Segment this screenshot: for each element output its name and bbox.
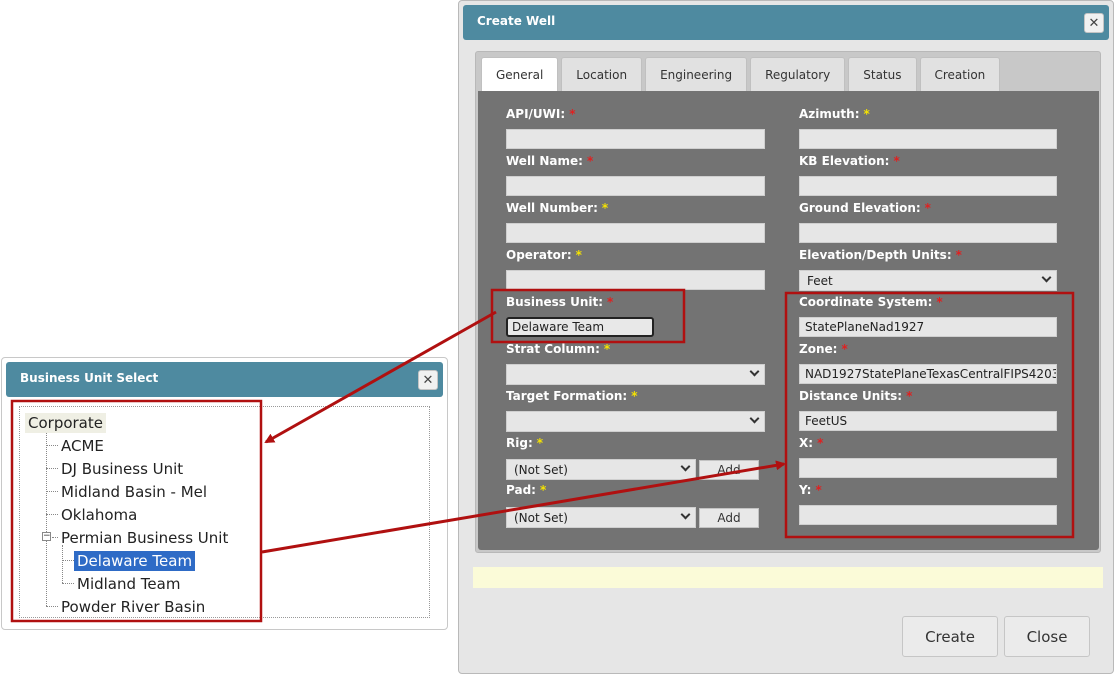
- azimuth-label: Azimuth: *: [799, 107, 870, 121]
- strat-column-select[interactable]: [506, 364, 765, 385]
- elevation-units-label: Elevation/Depth Units: *: [799, 248, 962, 262]
- create-well-dialog: Create Well ✕ General Location Engineeri…: [458, 0, 1114, 674]
- tree-connector: [46, 514, 58, 515]
- close-dialog-button[interactable]: ✕: [418, 370, 438, 390]
- pad-select[interactable]: (Not Set): [506, 507, 696, 528]
- tree-node-midland-basin-mel[interactable]: Midland Basin - Mel: [58, 482, 210, 502]
- tree-connector: [46, 432, 47, 606]
- operator-input[interactable]: [506, 270, 765, 290]
- message-bar: [473, 567, 1103, 588]
- distance-units-label: Distance Units: *: [799, 389, 913, 403]
- add-rig-button[interactable]: Add: [699, 460, 759, 480]
- chevron-down-icon: [749, 413, 760, 424]
- coordinate-system-label: Coordinate System: *: [799, 295, 943, 309]
- business-unit-tree: − Corporate ACME DJ Business Unit Midlan…: [19, 406, 430, 618]
- target-formation-select[interactable]: [506, 411, 765, 432]
- tab-general[interactable]: General: [481, 57, 559, 91]
- general-form: API/UWI: * Well Name: * Well Number: * Oper…: [478, 91, 1099, 550]
- tab-regulatory[interactable]: Regulatory: [750, 57, 846, 91]
- zone-input[interactable]: NAD1927StatePlaneTexasCentralFIPS4203: [799, 364, 1057, 384]
- collapse-icon[interactable]: −: [42, 532, 51, 541]
- close-icon: ✕: [422, 372, 434, 388]
- tree-connector: [46, 606, 58, 607]
- rig-label: Rig: *: [506, 436, 544, 450]
- well-number-input[interactable]: [506, 223, 765, 243]
- business-unit-input[interactable]: Delaware Team: [506, 317, 654, 337]
- tab-location[interactable]: Location: [561, 57, 643, 91]
- y-label: Y: *: [799, 483, 822, 497]
- api-uwi-input[interactable]: [506, 129, 765, 149]
- tree-connector: [46, 445, 58, 446]
- zone-label: Zone: *: [799, 342, 848, 356]
- chevron-down-icon: [680, 509, 691, 520]
- strat-column-label: Strat Column: *: [506, 342, 611, 356]
- ground-elevation-label: Ground Elevation: *: [799, 201, 931, 215]
- well-name-label: Well Name: *: [506, 154, 594, 168]
- close-dialog-button[interactable]: ✕: [1084, 13, 1104, 33]
- tab-status[interactable]: Status: [848, 57, 917, 91]
- tab-strip: General Location Engineering Regulatory …: [481, 57, 1003, 91]
- chevron-down-icon: [749, 366, 760, 377]
- chevron-down-icon: [680, 461, 691, 472]
- target-formation-label: Target Formation: *: [506, 389, 638, 403]
- create-button[interactable]: Create: [902, 616, 998, 657]
- well-name-input[interactable]: [506, 176, 765, 196]
- dialog-header[interactable]: Business Unit Select ✕: [6, 362, 443, 397]
- business-unit-label: Business Unit: *: [506, 295, 614, 309]
- tree-node-oklahoma[interactable]: Oklahoma: [58, 505, 140, 525]
- distance-units-input[interactable]: FeetUS: [799, 411, 1057, 431]
- tree-node-dj-business-unit[interactable]: DJ Business Unit: [58, 459, 186, 479]
- rig-select[interactable]: (Not Set): [506, 459, 696, 480]
- pad-label: Pad: *: [506, 483, 547, 497]
- close-button[interactable]: Close: [1004, 616, 1090, 657]
- tree-node-corporate[interactable]: Corporate: [25, 413, 106, 433]
- x-label: X: *: [799, 436, 824, 450]
- tree-connector: [62, 560, 74, 561]
- elevation-units-select[interactable]: Feet: [799, 270, 1057, 291]
- coordinate-system-input[interactable]: StatePlaneNad1927: [799, 317, 1057, 337]
- tree-connector: [46, 468, 58, 469]
- kb-elevation-input[interactable]: [799, 176, 1057, 196]
- tab-engineering[interactable]: Engineering: [645, 57, 748, 91]
- tree-node-powder-river-basin[interactable]: Powder River Basin: [58, 597, 208, 617]
- well-number-label: Well Number: *: [506, 201, 609, 215]
- ground-elevation-input[interactable]: [799, 223, 1057, 243]
- tree-node-acme[interactable]: ACME: [58, 436, 107, 456]
- operator-label: Operator: *: [506, 248, 582, 262]
- dialog-header[interactable]: Create Well ✕: [463, 5, 1109, 40]
- tree-connector: [62, 583, 74, 584]
- kb-elevation-label: KB Elevation: *: [799, 154, 900, 168]
- y-input[interactable]: [799, 505, 1057, 525]
- api-uwi-label: API/UWI: *: [506, 107, 576, 121]
- chevron-down-icon: [1041, 272, 1052, 283]
- tab-creation[interactable]: Creation: [919, 57, 1001, 91]
- tree-node-delaware-team[interactable]: Delaware Team: [74, 551, 196, 571]
- tree-connector: [62, 545, 63, 583]
- add-pad-button[interactable]: Add: [699, 508, 759, 528]
- tree-node-permian-business-unit[interactable]: Permian Business Unit: [58, 528, 231, 548]
- dialog-title: Business Unit Select: [20, 371, 159, 385]
- x-input[interactable]: [799, 458, 1057, 478]
- tree-node-midland-team[interactable]: Midland Team: [74, 574, 183, 594]
- tab-container: General Location Engineering Regulatory …: [475, 51, 1101, 553]
- dialog-title: Create Well: [477, 14, 556, 28]
- azimuth-input[interactable]: [799, 129, 1057, 149]
- business-unit-select-dialog: Business Unit Select ✕ − Corporate ACME …: [1, 357, 448, 630]
- tree-connector: [46, 491, 58, 492]
- close-icon: ✕: [1088, 15, 1100, 31]
